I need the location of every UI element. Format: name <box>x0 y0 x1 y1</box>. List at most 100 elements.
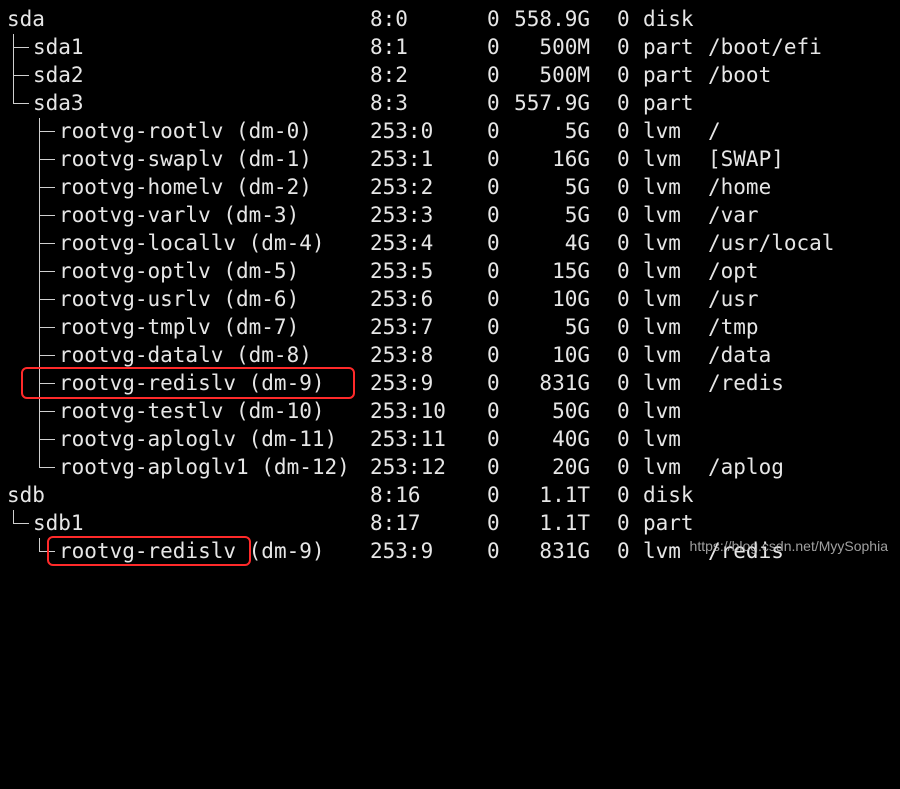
device-row-homelv: rootvg-homelv (dm-2) 253:2 0 5G 0 lvm /h… <box>0 173 771 201</box>
device-size: 831G <box>539 539 590 563</box>
device-type: part <box>643 511 694 535</box>
device-type: lvm <box>643 371 681 395</box>
device-row-redislv-sdb: rootvg-redislv (dm-9) 253:9 0 831G 0 lvm… <box>0 537 784 565</box>
maj-min: 253:1 <box>370 147 434 171</box>
readonly-flag: 0 <box>617 427 630 451</box>
readonly-flag: 0 <box>617 175 630 199</box>
removable-flag: 0 <box>487 63 500 87</box>
device-size: 16G <box>552 147 590 171</box>
mountpoint: /opt <box>708 259 759 283</box>
removable-flag: 0 <box>487 203 500 227</box>
maj-min: 253:4 <box>370 231 434 255</box>
device-row-tmplv: rootvg-tmplv (dm-7) 253:7 0 5G 0 lvm /tm… <box>0 313 759 341</box>
maj-min: 253:0 <box>370 119 434 143</box>
readonly-flag: 0 <box>617 35 630 59</box>
readonly-flag: 0 <box>617 231 630 255</box>
readonly-flag: 0 <box>617 343 630 367</box>
removable-flag: 0 <box>487 119 500 143</box>
mountpoint: /tmp <box>708 315 759 339</box>
readonly-flag: 0 <box>617 539 630 563</box>
device-type: lvm <box>643 287 681 311</box>
device-name: rootvg-swaplv (dm-1) <box>59 147 312 171</box>
device-type: lvm <box>643 343 681 367</box>
readonly-flag: 0 <box>617 315 630 339</box>
mountpoint: /boot <box>708 63 772 87</box>
device-size: 40G <box>552 427 590 451</box>
terminal-output: sda 8:0 0 558.9G 0 disk sda1 8:1 0 500M … <box>0 0 900 566</box>
readonly-flag: 0 <box>617 119 630 143</box>
device-size: 5G <box>564 119 590 143</box>
maj-min: 253:10 <box>370 399 446 423</box>
device-name: rootvg-varlv (dm-3) <box>59 203 300 227</box>
device-type: lvm <box>643 175 681 199</box>
readonly-flag: 0 <box>617 483 630 507</box>
device-row-optlv: rootvg-optlv (dm-5) 253:5 0 15G 0 lvm /o… <box>0 257 759 285</box>
readonly-flag: 0 <box>617 287 630 311</box>
removable-flag: 0 <box>487 511 500 535</box>
maj-min: 253:2 <box>370 175 434 199</box>
device-row-rootlv: rootvg-rootlv (dm-0) 253:0 0 5G 0 lvm / <box>0 117 721 145</box>
removable-flag: 0 <box>487 175 500 199</box>
readonly-flag: 0 <box>617 147 630 171</box>
device-size: 831G <box>539 371 590 395</box>
device-row-datalv: rootvg-datalv (dm-8) 253:8 0 10G 0 lvm /… <box>0 341 771 369</box>
device-name-suffix: (dm-9) <box>236 539 325 563</box>
readonly-flag: 0 <box>617 511 630 535</box>
device-size: 500M <box>539 63 590 87</box>
maj-min: 8:17 <box>370 511 421 535</box>
mountpoint: /var <box>708 203 759 227</box>
device-size: 5G <box>564 175 590 199</box>
device-name: rootvg-redislv (dm-9) <box>59 537 325 565</box>
device-row-sdb1: sdb1 8:17 0 1.1T 0 part <box>0 509 694 537</box>
removable-flag: 0 <box>487 147 500 171</box>
maj-min: 253:3 <box>370 203 434 227</box>
device-size: 5G <box>564 203 590 227</box>
mountpoint: /usr/local <box>708 231 835 255</box>
readonly-flag: 0 <box>617 203 630 227</box>
device-type: lvm <box>643 119 681 143</box>
device-name: sda2 <box>33 63 84 87</box>
device-size: 5G <box>564 315 590 339</box>
device-name-highlighted: rootvg-redislv <box>59 539 237 563</box>
device-row-redislv: rootvg-redislv (dm-9) 253:9 0 831G 0 lvm… <box>0 369 784 397</box>
device-type: lvm <box>643 455 681 479</box>
removable-flag: 0 <box>487 539 500 563</box>
readonly-flag: 0 <box>617 91 630 115</box>
device-row-usrlv: rootvg-usrlv (dm-6) 253:6 0 10G 0 lvm /u… <box>0 285 759 313</box>
maj-min: 8:1 <box>370 35 408 59</box>
device-size: 10G <box>552 287 590 311</box>
removable-flag: 0 <box>487 259 500 283</box>
maj-min: 253:11 <box>370 427 446 451</box>
removable-flag: 0 <box>487 399 500 423</box>
mountpoint: /boot/efi <box>708 35 822 59</box>
device-name: rootvg-rootlv (dm-0) <box>59 119 312 143</box>
removable-flag: 0 <box>487 343 500 367</box>
removable-flag: 0 <box>487 427 500 451</box>
maj-min: 253:9 <box>370 371 434 395</box>
device-row-sda1: sda1 8:1 0 500M 0 part /boot/efi <box>0 33 822 61</box>
device-name: rootvg-datalv (dm-8) <box>59 343 312 367</box>
device-name: sdb1 <box>33 511 84 535</box>
maj-min: 253:6 <box>370 287 434 311</box>
device-name: rootvg-redislv (dm-9) <box>59 371 325 395</box>
watermark: https://blog.csdn.net/MyySophia <box>689 538 888 554</box>
device-type: lvm <box>643 427 681 451</box>
device-row-varlv: rootvg-varlv (dm-3) 253:3 0 5G 0 lvm /va… <box>0 201 759 229</box>
device-type: part <box>643 35 694 59</box>
removable-flag: 0 <box>487 91 500 115</box>
maj-min: 253:9 <box>370 539 434 563</box>
device-row-locallv: rootvg-locallv (dm-4) 253:4 0 4G 0 lvm /… <box>0 229 834 257</box>
device-type: lvm <box>643 203 681 227</box>
device-name: sdb <box>7 483 45 507</box>
device-row-aploglv1: rootvg-aploglv1 (dm-12) 253:12 0 20G 0 l… <box>0 453 784 481</box>
maj-min: 253:5 <box>370 259 434 283</box>
device-row-swaplv: rootvg-swaplv (dm-1) 253:1 0 16G 0 lvm [… <box>0 145 784 173</box>
removable-flag: 0 <box>487 315 500 339</box>
mountpoint: /usr <box>708 287 759 311</box>
mountpoint: /aplog <box>708 455 784 479</box>
maj-min: 253:7 <box>370 315 434 339</box>
device-type: lvm <box>643 539 681 563</box>
device-size: 1.1T <box>539 511 590 535</box>
device-size: 15G <box>552 259 590 283</box>
mountpoint: [SWAP] <box>708 147 784 171</box>
